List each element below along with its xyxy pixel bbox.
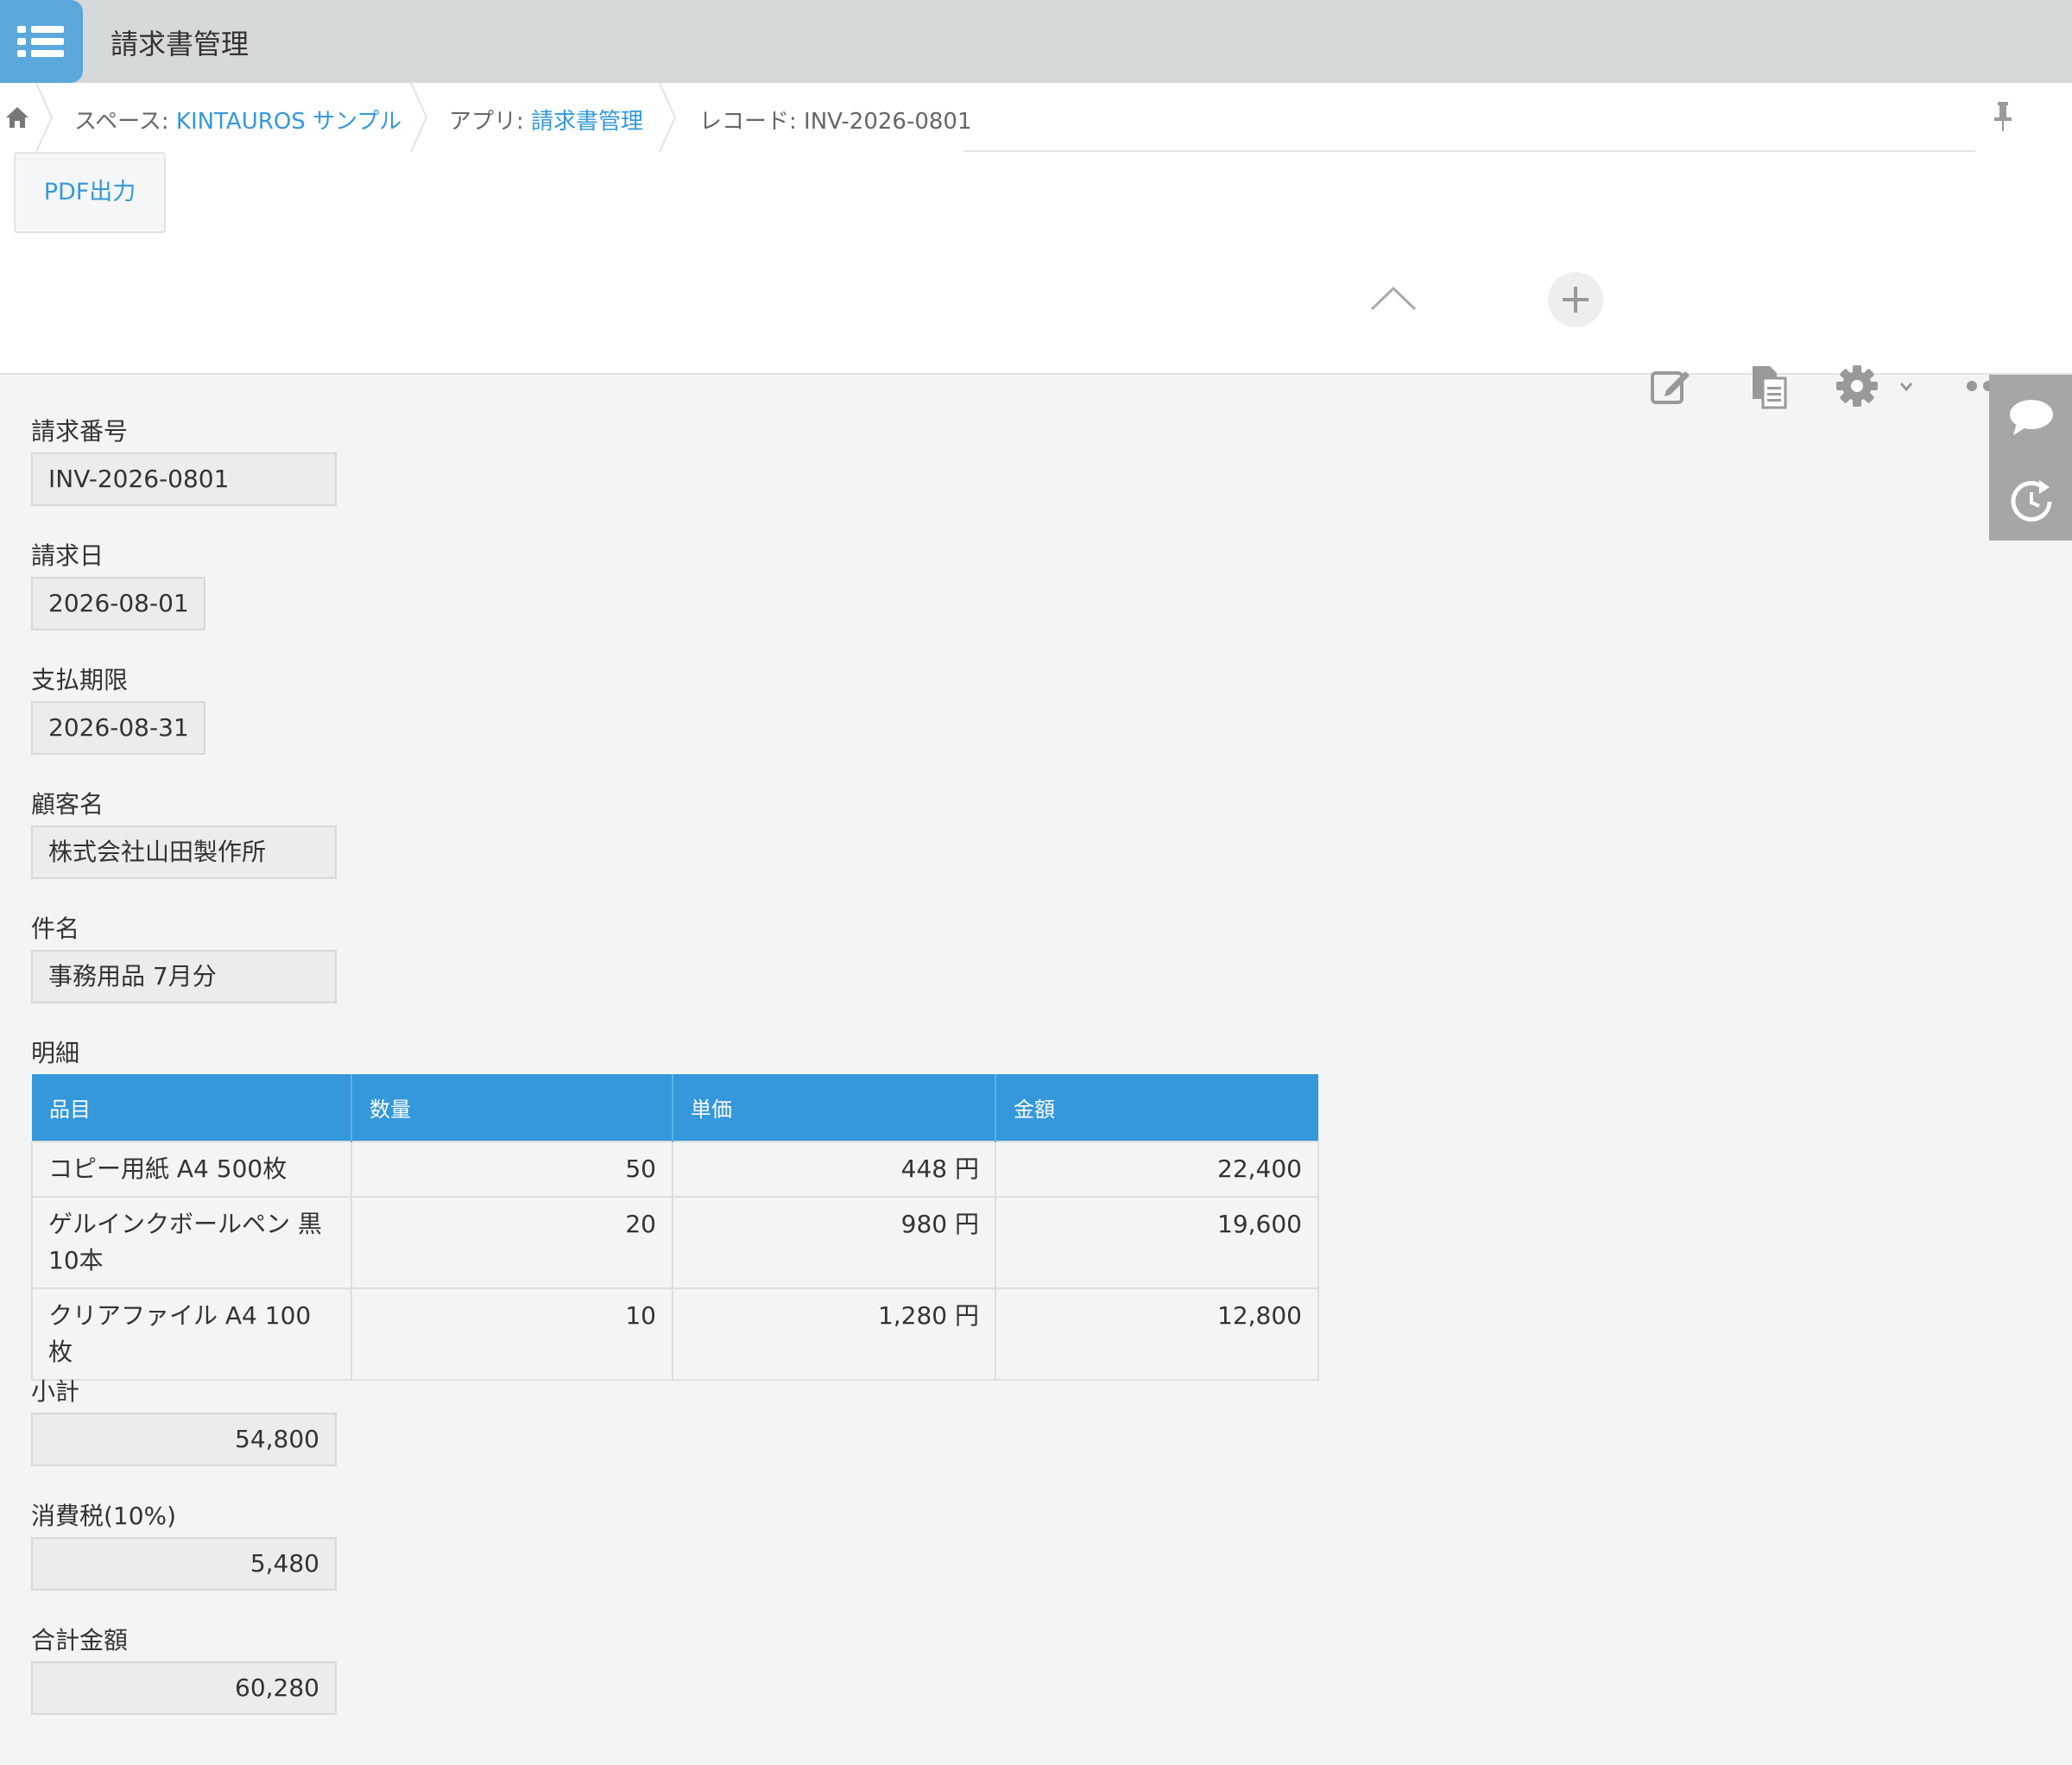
history-icon[interactable] bbox=[2008, 478, 2055, 525]
customer-value: 株式会社山田製作所 bbox=[31, 826, 337, 879]
invoice-date-label: 請求日 bbox=[31, 541, 104, 570]
breadcrumb-app[interactable]: アプリ: 請求書管理 bbox=[449, 104, 643, 136]
subtotal-label: 小計 bbox=[31, 1377, 80, 1406]
total-label: 合計金額 bbox=[31, 1626, 129, 1654]
invoice-no-label: 請求番号 bbox=[31, 417, 129, 446]
item-cell: ゲルインクボールペン 黒 10本 bbox=[31, 1196, 352, 1289]
breadcrumb-separator bbox=[35, 83, 54, 152]
details-label: 明細 bbox=[31, 1039, 80, 1067]
breadcrumb: スペース: KINTAUROS サンプル アプリ: 請求書管理 レコード: IN… bbox=[0, 83, 2072, 152]
column-header-unit-price: 単価 bbox=[672, 1074, 995, 1142]
column-header-amount: 金額 bbox=[995, 1074, 1318, 1142]
due-date-label: 支払期限 bbox=[31, 666, 129, 694]
column-header-quantity: 数量 bbox=[351, 1074, 673, 1142]
amount-cell: 12,800 bbox=[995, 1287, 1319, 1381]
amount-cell: 19,600 bbox=[995, 1196, 1319, 1289]
breadcrumb-record: レコード: INV-2026-0801 bbox=[699, 109, 972, 135]
space-link[interactable]: KINTAUROS サンプル bbox=[176, 109, 401, 135]
pdf-export-button[interactable]: PDF出力 bbox=[14, 152, 166, 233]
comment-icon[interactable] bbox=[2008, 397, 2055, 439]
unit-price-cell: 980 円 bbox=[672, 1196, 996, 1289]
total-value: 60,280 bbox=[31, 1661, 337, 1715]
breadcrumb-space[interactable]: スペース: KINTAUROS サンプル bbox=[74, 104, 401, 136]
unit-price-cell: 1,280 円 bbox=[672, 1287, 996, 1381]
breadcrumb-separator bbox=[410, 83, 428, 152]
invoice-date-value: 2026-08-01 bbox=[31, 577, 205, 630]
item-cell: クリアファイル A4 100枚 bbox=[31, 1287, 352, 1381]
table-row: コピー用紙 A4 500枚 50 448 円 22,400 bbox=[31, 1141, 1319, 1198]
quantity-cell: 10 bbox=[351, 1287, 673, 1381]
breadcrumb-underline bbox=[963, 150, 1975, 152]
duplicate-icon[interactable] bbox=[1749, 364, 1789, 409]
subject-value: 事務用品 7月分 bbox=[31, 950, 337, 1003]
gear-icon[interactable] bbox=[1835, 364, 1879, 408]
unit-price-cell: 448 円 bbox=[672, 1141, 996, 1198]
breadcrumb-separator bbox=[659, 83, 677, 152]
quantity-cell: 50 bbox=[351, 1141, 673, 1198]
quantity-cell: 20 bbox=[351, 1196, 673, 1289]
edit-icon[interactable] bbox=[1649, 364, 1692, 408]
invoice-no-value: INV-2026-0801 bbox=[31, 452, 337, 506]
subject-label: 件名 bbox=[31, 914, 80, 943]
pin-icon[interactable] bbox=[1991, 100, 2015, 135]
app-link[interactable]: 請求書管理 bbox=[531, 109, 643, 135]
chevron-down-icon[interactable] bbox=[1899, 382, 1913, 392]
customer-label: 顧客名 bbox=[31, 790, 104, 819]
subtotal-value: 54,800 bbox=[31, 1413, 337, 1466]
tax-value: 5,480 bbox=[31, 1537, 337, 1591]
tax-label: 消費税(10%) bbox=[31, 1502, 177, 1530]
table-header-row: 品目 数量 単価 金額 bbox=[32, 1074, 1318, 1142]
amount-cell: 22,400 bbox=[995, 1141, 1319, 1198]
details-table: 品目 数量 単価 金額 コピー用紙 A4 500枚 50 448 円 22,40… bbox=[31, 1074, 1319, 1381]
record-toolbar-area: スペース: KINTAUROS サンプル アプリ: 請求書管理 レコード: IN… bbox=[0, 83, 2072, 409]
app-header: 請求書管理 bbox=[0, 0, 2072, 83]
collapse-chevron-icon[interactable] bbox=[1369, 283, 1418, 313]
home-icon[interactable] bbox=[3, 104, 31, 131]
item-cell: コピー用紙 A4 500枚 bbox=[31, 1141, 352, 1198]
side-panel bbox=[1989, 375, 2072, 541]
due-date-value: 2026-08-31 bbox=[31, 701, 205, 755]
list-icon[interactable] bbox=[0, 0, 83, 83]
add-icon[interactable] bbox=[1547, 271, 1604, 328]
column-header-item: 品目 bbox=[32, 1074, 351, 1142]
app-title: 請求書管理 bbox=[111, 28, 250, 60]
table-row: クリアファイル A4 100枚 10 1,280 円 12,800 bbox=[31, 1287, 1319, 1381]
table-row: ゲルインクボールペン 黒 10本 20 980 円 19,600 bbox=[31, 1196, 1319, 1289]
